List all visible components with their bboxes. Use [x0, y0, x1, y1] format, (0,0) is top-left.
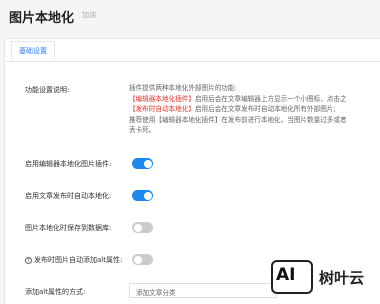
alt-method-select[interactable]: 添加文章分类 [129, 283, 277, 298]
watermark-logo: AI 树叶云 [271, 260, 380, 294]
toggle-knob [133, 255, 142, 264]
help-icon[interactable]: ? [25, 256, 32, 264]
description-label: 功能设置说明: [25, 86, 70, 94]
save-to-media-toggle[interactable] [132, 222, 153, 233]
alt-attr-toggle[interactable] [132, 254, 153, 265]
tab-bar: 基础设置 [5, 39, 380, 62]
alt-method-label: 添加alt属性的方式: [25, 288, 86, 296]
watermark-brand: 树叶云 [319, 269, 365, 287]
description-line-1: 插件提供两种本地化外部图片的功能: [129, 84, 237, 92]
editor-plugin-highlight: 【编辑器本地化插件】 [129, 94, 195, 103]
description-line-3-text: 启用后会在文章发布时自动本地化所有外部图片; [194, 105, 336, 113]
watermark-ai-box: AI [271, 260, 313, 294]
toggle-knob [133, 223, 142, 232]
tab-basic-settings[interactable]: 基础设置 [11, 41, 55, 60]
editor-plugin-label: 启用编辑器本地化图片插件: [25, 160, 112, 168]
toggle-knob [143, 191, 152, 200]
watermark-ai-text: AI [276, 265, 296, 285]
auto-localize-highlight: 【发布时自动本地化】 [129, 105, 195, 113]
alt-attr-label: 发布时图片自动添加alt属性: [34, 256, 123, 264]
description-line-5: 丢卡死。 [129, 126, 156, 134]
toggle-knob [143, 159, 152, 168]
description-line-3: 【发布时自动本地化】启用后会在文章发布时自动本地化所有外部图片; [129, 104, 374, 115]
feature-description: 插件提供两种本地化外部图片的功能: 【编辑器本地化插件】启用后会在文章编辑器上方… [129, 83, 374, 136]
save-to-media-label: 图片本地化时保存到数据库: [25, 224, 112, 232]
description-line-2: 【编辑器本地化插件】启用后会在文章编辑器上方显示一个小图标，点击之 [129, 94, 374, 105]
alt-method-value: 添加文章分类 [136, 289, 176, 297]
auto-localize-toggle[interactable] [132, 190, 153, 201]
description-line-2-text: 启用后会在文章编辑器上方显示一个小图标，点击之 [194, 94, 347, 103]
page-subtitle: 加油 [82, 11, 96, 19]
page-header: 图片本地化 加油 [0, 0, 380, 34]
alt-attr-row-label: ? 发布时图片自动添加alt属性: [25, 255, 122, 265]
description-line-4: 推荐使用【编辑器本地化插件】在发布前进行本地化，当图片数量过多或者 [129, 115, 347, 124]
editor-plugin-toggle[interactable] [132, 158, 153, 169]
page-title: 图片本地化 [9, 11, 75, 26]
auto-localize-label: 启用文章发布时自动本地化: [25, 192, 112, 200]
